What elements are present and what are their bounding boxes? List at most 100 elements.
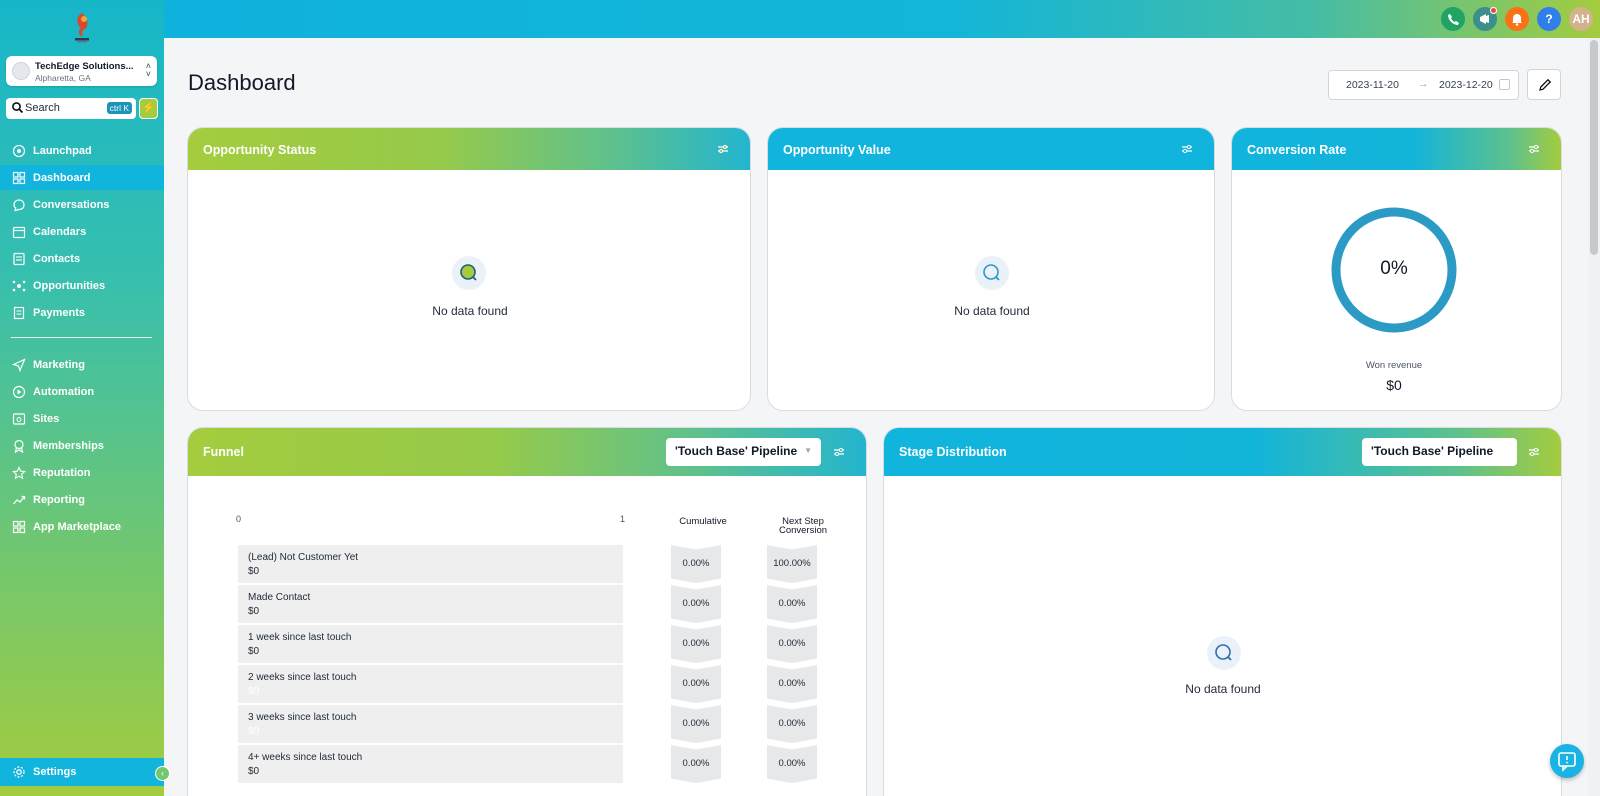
search-icon [452,256,486,290]
page-scrollbar-thumb[interactable] [1590,40,1598,255]
col-cumulative: Cumulative [679,516,727,527]
account-name: TechEdge Solutions... [35,61,134,72]
sidebar-item-label: App Marketplace [33,520,122,533]
date-range-picker[interactable]: 2023-11-20 → 2023-12-20 [1328,70,1519,100]
search-icon [975,256,1009,290]
sidebar-item-payments[interactable]: Payments [0,300,164,325]
account-avatar [12,62,30,80]
sidebar-item-memberships[interactable]: Memberships [0,433,164,458]
sidebar-item-conversations[interactable]: Conversations [0,192,164,217]
filter-sliders-icon[interactable] [832,445,846,459]
send-icon [12,357,26,372]
card-title: Opportunity Status [203,143,317,157]
funnel-cumulative: 0.00% [671,545,721,583]
filter-sliders-icon[interactable] [1527,445,1541,459]
filter-sliders-icon[interactable] [1180,142,1194,156]
stage-distribution-card: Stage Distribution 'Touch Base' Pipeline… [883,427,1562,796]
company-logo[interactable] [64,10,100,44]
filter-sliders-icon[interactable] [1527,142,1541,156]
funnel-row[interactable]: (Lead) Not Customer Yet $0 [238,545,623,583]
automation-icon [12,385,26,398]
date-from: 2023-11-20 [1346,79,1399,91]
search-shortcut-badge: ctrl K [106,102,132,114]
sidebar-item-opportunities[interactable]: Opportunities [0,273,164,298]
sidebar-item-app-marketplace[interactable]: App Marketplace [0,514,164,539]
funnel-stage-value: $0 [248,686,260,697]
col-next-line2: Conversion [778,525,828,536]
card-header: Stage Distribution 'Touch Base' Pipeline [884,428,1561,476]
trend-icon [13,495,26,504]
filter-sliders-icon[interactable] [716,142,730,156]
funnel-row[interactable]: Made Contact $0 [238,585,623,623]
sidebar-item-marketing[interactable]: Marketing [0,352,164,377]
calendar-icon [1499,79,1510,90]
sidebar-item-label: Memberships [33,439,104,452]
card-header: Conversion Rate [1232,128,1561,170]
funnel-row[interactable]: 3 weeks since last touch $0 [238,705,623,743]
sidebar-item-launchpad[interactable]: Launchpad [0,138,164,163]
funnel-cumulative: 0.00% [671,705,721,743]
funnel-next-conversion: 0.00% [767,745,817,783]
payments-icon [13,306,25,319]
card-title: Opportunity Value [783,143,891,157]
empty-state-text: No data found [432,304,508,318]
conversion-percent: 0% [1380,258,1408,279]
funnel-row[interactable]: 2 weeks since last touch $0 [238,665,623,703]
funnel-stage-value: $0 [248,566,260,577]
chat-support-button[interactable] [1550,744,1584,778]
sidebar-item-label: Reporting [33,493,85,506]
card-title: Conversion Rate [1247,143,1347,157]
funnel-stage-label: (Lead) Not Customer Yet [248,552,359,563]
apps-icon [12,520,26,533]
edit-dashboard-button[interactable] [1527,69,1561,100]
sidebar-item-reporting[interactable]: Reporting [0,487,164,512]
launchpad-icon [12,144,26,157]
search-input[interactable]: Search ctrl K [6,98,136,119]
sidebar-item-label: Launchpad [33,144,92,157]
chevron-updown-icon: ˄ ˅ [145,61,151,79]
pipeline-select-value: 'Touch Base' Pipeline [675,444,798,458]
sidebar-item-automation[interactable]: Automation [0,379,164,404]
funnel-next-conversion: 0.00% [767,705,817,743]
sidebar-item-label: Conversations [33,198,110,211]
sidebar-item-label: Automation [33,385,95,398]
grid-icon [12,171,26,184]
sidebar-item-dashboard[interactable]: Dashboard [0,165,164,190]
funnel-pipeline-select[interactable]: 'Touch Base' Pipeline ▼ [666,438,821,466]
card-header: Opportunity Value [768,128,1214,170]
phone-icon[interactable] [1441,7,1465,31]
chat-icon [13,198,25,211]
account-switcher[interactable]: TechEdge Solutions... Alpharetta, GA ˄ ˅ [6,56,157,86]
sidebar-item-calendars[interactable]: Calendars [0,219,164,244]
sidebar-item-contacts[interactable]: Contacts [0,246,164,271]
funnel-row[interactable]: 4+ weeks since last touch $0 [238,745,623,783]
sidebar-item-reputation[interactable]: Reputation [0,460,164,485]
stage-pipeline-select[interactable]: 'Touch Base' Pipeline [1362,438,1517,466]
opportunity-value-card: Opportunity Value No data found [767,127,1215,411]
collapse-sidebar-icon[interactable]: ‹ [155,766,170,781]
account-location: Alpharetta, GA [35,73,91,83]
won-revenue-value: $0 [1386,377,1402,393]
funnel-axis-min: 0 [236,514,242,524]
megaphone-icon[interactable] [1473,7,1497,31]
sidebar-item-sites[interactable]: Sites [0,406,164,431]
user-avatar[interactable]: AH [1569,7,1593,31]
bell-icon[interactable] [1505,7,1529,31]
sidebar-item-label: Reputation [33,466,91,479]
col-next-step-conversion: Next Step Conversion [748,517,858,536]
notification-dot [1490,7,1497,14]
card-header: Opportunity Status [188,128,750,170]
quick-action-bolt-icon[interactable]: ⚡ [139,98,158,119]
funnel-cumulative: 0.00% [671,745,721,783]
contacts-icon [13,252,25,265]
sites-icon [12,412,26,425]
help-icon[interactable]: ? [1537,7,1561,31]
badge-icon [14,439,24,453]
funnel-row[interactable]: 1 week since last touch $0 [238,625,623,663]
chat-bubble-icon [1558,752,1576,772]
funnel-next-conversion: 0.00% [767,585,817,623]
funnel-stage-label: 4+ weeks since last touch [248,752,363,763]
sidebar-item-label: Calendars [33,225,87,238]
sidebar-item-settings[interactable]: Settings [0,758,164,786]
sidebar-item-label: Contacts [33,252,81,265]
